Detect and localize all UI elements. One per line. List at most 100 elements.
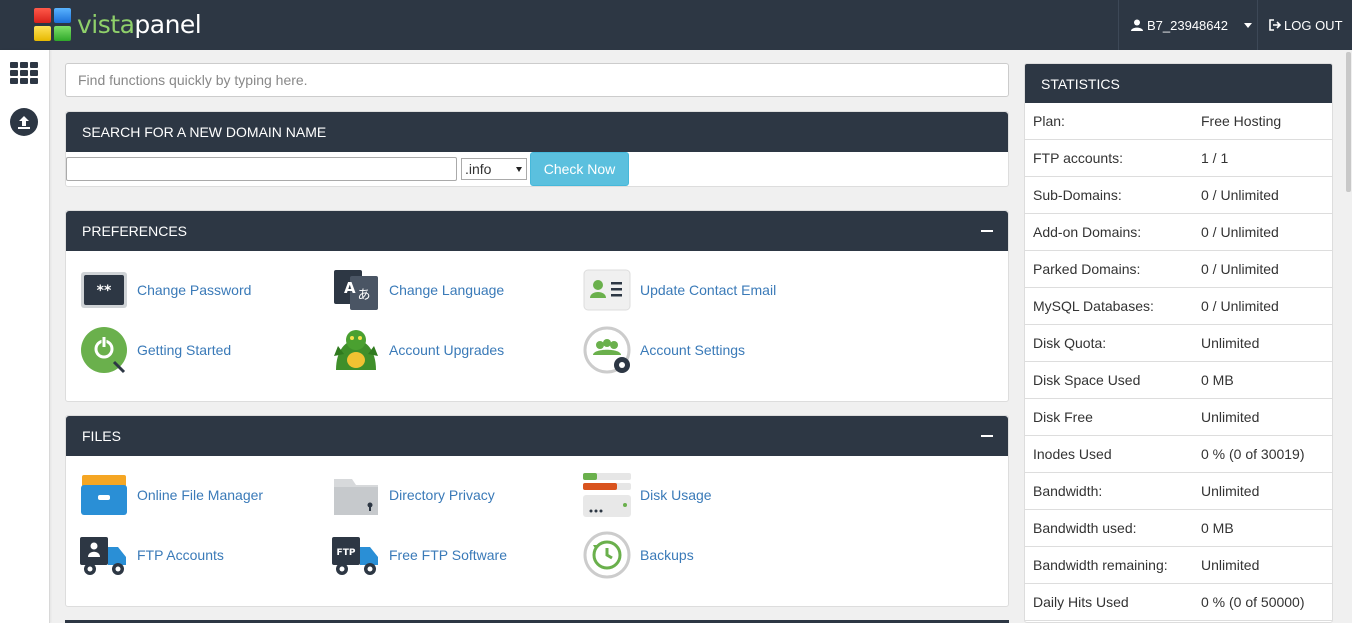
- svg-text:A: A: [344, 279, 356, 297]
- vistapanel-logo[interactable]: vistapanel: [34, 8, 202, 41]
- preferences-panel: PREFERENCES ** Change Password Aあ Change…: [65, 210, 1009, 402]
- collapse-icon[interactable]: [981, 230, 993, 232]
- stat-row-mysql-databases: MySQL Databases: 0 / Unlimited: [1025, 288, 1332, 325]
- stat-value: 0 / Unlimited: [1201, 187, 1279, 203]
- pref-label[interactable]: Update Contact Email: [640, 282, 776, 298]
- files-label[interactable]: Directory Privacy: [389, 487, 495, 503]
- pref-item-change-password[interactable]: ** Change Password: [80, 266, 251, 314]
- contact-card-icon: [583, 266, 631, 314]
- domain-name-input[interactable]: [66, 157, 457, 181]
- files-item-online-file-manager[interactable]: Online File Manager: [80, 471, 263, 519]
- domain-search-panel: SEARCH FOR A NEW DOMAIN NAME .info Check…: [65, 111, 1009, 187]
- chevron-down-icon: [1243, 22, 1252, 28]
- files-item-disk-usage[interactable]: Disk Usage: [583, 471, 712, 519]
- stat-label: Disk Quota:: [1033, 335, 1107, 351]
- preferences-header: PREFERENCES: [66, 211, 1008, 251]
- stat-label: Disk Space Used: [1033, 372, 1141, 388]
- pref-item-account-settings[interactable]: Account Settings: [583, 326, 745, 374]
- stat-value: Unlimited: [1201, 409, 1260, 425]
- logout-label: LOG OUT: [1284, 17, 1343, 33]
- files-label[interactable]: Free FTP Software: [389, 547, 507, 563]
- pref-item-update-contact-email[interactable]: Update Contact Email: [583, 266, 776, 314]
- account-settings-icon: [583, 326, 631, 374]
- dragon-icon: [332, 326, 380, 374]
- domain-search-title: SEARCH FOR A NEW DOMAIN NAME: [82, 124, 327, 140]
- username-label: B7_23948642: [1147, 17, 1228, 33]
- function-search-input[interactable]: [65, 63, 1009, 97]
- stat-label: Sub-Domains:: [1033, 187, 1122, 203]
- stat-label: Daily Hits Used: [1033, 594, 1129, 610]
- stat-value: Unlimited: [1201, 335, 1260, 351]
- stat-row-disk-quota: Disk Quota: Unlimited: [1025, 325, 1332, 362]
- stat-row-bandwidth-used: Bandwidth used: 0 MB: [1025, 510, 1332, 547]
- statistics-header: STATISTICS: [1025, 64, 1332, 103]
- files-label[interactable]: Disk Usage: [640, 487, 712, 503]
- stat-label: MySQL Databases:: [1033, 298, 1154, 314]
- stat-row-disk-free: Disk Free Unlimited: [1025, 399, 1332, 436]
- ftp-truck-icon: [80, 531, 128, 579]
- stat-row-inodes-used: Inodes Used 0 % (0 of 30019): [1025, 436, 1332, 473]
- stat-value: 0 % (0 of 30019): [1201, 446, 1305, 462]
- pref-item-account-upgrades[interactable]: Account Upgrades: [332, 326, 504, 374]
- stat-row-disk-space-used: Disk Space Used 0 MB: [1025, 362, 1332, 399]
- files-label[interactable]: Online File Manager: [137, 487, 263, 503]
- logout-button[interactable]: LOG OUT: [1268, 0, 1343, 50]
- stat-value: Free Hosting: [1201, 113, 1282, 129]
- password-icon: **: [80, 266, 128, 314]
- logo-text-panel: panel: [134, 9, 202, 39]
- upload-icon[interactable]: [10, 108, 38, 136]
- stat-row-plan: Plan: Free Hosting: [1025, 103, 1332, 140]
- language-icon: Aあ: [332, 266, 380, 314]
- files-label[interactable]: Backups: [640, 547, 694, 563]
- backup-icon: [583, 531, 631, 579]
- stat-value: Unlimited: [1201, 557, 1260, 573]
- pref-item-change-language[interactable]: Aあ Change Language: [332, 266, 504, 314]
- select-arrow-icon: [516, 166, 522, 172]
- stat-label: Bandwidth:: [1033, 483, 1103, 499]
- collapse-icon[interactable]: [981, 435, 993, 437]
- folder-lock-icon: [332, 471, 380, 519]
- logout-icon: [1269, 19, 1282, 31]
- stat-value: 0 / Unlimited: [1201, 224, 1279, 240]
- stat-value: 0 % (0 of 50000): [1201, 594, 1305, 610]
- disk-usage-icon: [583, 471, 631, 519]
- apps-grid-icon[interactable]: [10, 62, 38, 84]
- tld-select[interactable]: .info: [461, 158, 527, 180]
- stat-row-parked-domains: Parked Domains: 0 / Unlimited: [1025, 251, 1332, 288]
- stat-row-bandwidth: Bandwidth: Unlimited: [1025, 473, 1332, 510]
- user-menu-dropdown[interactable]: B7_23948642: [1118, 0, 1258, 50]
- pref-label[interactable]: Getting Started: [137, 342, 231, 358]
- files-panel: FILES Online File Manager Directory Priv…: [65, 415, 1009, 607]
- stat-label: Parked Domains:: [1033, 261, 1141, 277]
- domain-search-header: SEARCH FOR A NEW DOMAIN NAME: [66, 112, 1008, 152]
- logo-text-vista: vista: [77, 9, 135, 39]
- files-label[interactable]: FTP Accounts: [137, 547, 224, 563]
- stat-label: Add-on Domains:: [1033, 224, 1142, 240]
- getting-started-icon: [80, 326, 128, 374]
- left-rail: [0, 50, 50, 623]
- pref-item-getting-started[interactable]: Getting Started: [80, 326, 231, 374]
- files-item-directory-privacy[interactable]: Directory Privacy: [332, 471, 495, 519]
- stat-value: 0 / Unlimited: [1201, 261, 1279, 277]
- files-item-ftp-accounts[interactable]: FTP Accounts: [80, 531, 224, 579]
- stat-value: Unlimited: [1201, 483, 1260, 499]
- files-item-backups[interactable]: Backups: [583, 531, 694, 579]
- svg-text:**: **: [97, 283, 112, 299]
- files-item-free-ftp-software[interactable]: FTP Free FTP Software: [332, 531, 507, 579]
- stat-value: 1 / 1: [1201, 150, 1229, 166]
- pref-label[interactable]: Account Settings: [640, 342, 745, 358]
- stat-value: 0 / Unlimited: [1201, 298, 1279, 314]
- scrollbar-thumb[interactable]: [1346, 52, 1351, 192]
- stat-label: Disk Free: [1033, 409, 1093, 425]
- stat-label: FTP accounts:: [1033, 150, 1124, 166]
- stat-row-daily-hits-used: Daily Hits Used 0 % (0 of 50000): [1025, 584, 1332, 621]
- check-now-button[interactable]: Check Now: [530, 152, 629, 186]
- stat-row-addon-domains: Add-on Domains: 0 / Unlimited: [1025, 214, 1332, 251]
- pref-label[interactable]: Change Language: [389, 282, 504, 298]
- ftp-software-icon: FTP: [332, 531, 380, 579]
- stat-row-sub-domains: Sub-Domains: 0 / Unlimited: [1025, 177, 1332, 214]
- user-icon: [1131, 19, 1143, 31]
- pref-label[interactable]: Change Password: [137, 282, 251, 298]
- top-bar: vistapanel B7_23948642 LOG OUT: [0, 0, 1352, 50]
- pref-label[interactable]: Account Upgrades: [389, 342, 504, 358]
